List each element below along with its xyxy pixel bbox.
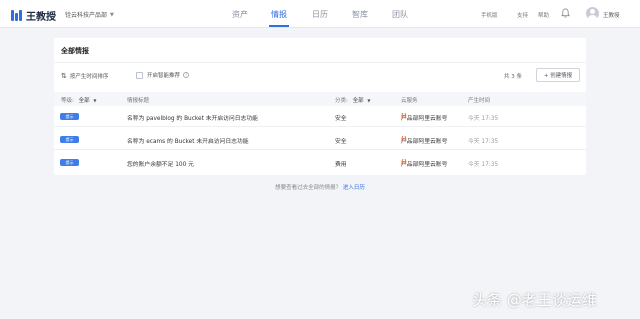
avatar[interactable] [586,7,599,20]
create-intel-button[interactable]: + 创建情报 [536,68,580,82]
table-row[interactable]: 提示 名称为 ecams 的 Bucket 未开启访问日志功能 安全 产品部阿里… [54,129,586,150]
history-prompt: 想要查看过去全部的情报？ 进入日历 [0,183,640,191]
aliyun-icon [401,136,408,144]
tab-team[interactable]: 团队 [392,9,408,20]
aliyun-icon [401,113,408,121]
tab-library[interactable]: 智库 [352,9,368,20]
time-cell: 今天 17:35 [468,116,499,122]
cloud-cell: 产品部阿里云账号 [401,136,447,146]
sort-icon: ⇅ [61,72,67,80]
cloud-cell: 产品部阿里云账号 [401,113,447,123]
category-cell: 费用 [335,162,347,168]
mobile-link[interactable]: 手机版 [481,11,498,19]
level-filter[interactable]: 等级: 全部 ▼ [61,96,96,104]
level-badge: 提示 [60,113,79,120]
intel-card: 全部情报 ⇅ 按产生时间排序 开启智能推荐 ? 共 3 条 + 创建情报 等级:… [54,38,586,175]
active-tab-indicator [269,25,289,27]
time-cell: 今天 17:35 [468,162,499,168]
watermark: 头条 @老王谈运维 [472,291,597,309]
org-name: 铨云科技产品部 [65,12,108,19]
smart-recommend-toggle[interactable]: 开启智能推荐 ? [136,71,190,79]
time-cell: 今天 17:35 [468,139,499,145]
sort-label: 按产生时间排序 [69,74,109,80]
org-selector[interactable]: 铨云科技产品部 ▼ [65,10,114,20]
category-cell: 安全 [335,116,347,122]
table-header: 等级: 全部 ▼ 情报标题 分类: 全部 ▼ 云服务 产生时间 [54,92,586,106]
category-cell: 安全 [335,139,347,145]
tab-assets[interactable]: 资产 [232,9,248,20]
category-filter[interactable]: 分类: 全部 ▼ [335,96,370,104]
brand-logo[interactable]: 王教授 [11,8,56,23]
top-bar: 王教授 铨云科技产品部 ▼ 资产 情报 日历 智库 团队 手机版 支持 帮助 王… [0,0,640,28]
cloud-cell: 产品部阿里云账号 [401,159,447,169]
intel-title[interactable]: 名称为 pavelblog 的 Bucket 未开启访问日志功能 [127,113,258,122]
level-badge: 提示 [60,136,79,143]
title-header: 情报标题 [127,98,150,104]
chevron-down-icon: ▼ [93,98,97,103]
table-row[interactable]: 提示 名称为 pavelblog 的 Bucket 未开启访问日志功能 安全 产… [54,106,586,127]
support-link[interactable]: 支持 [517,11,528,19]
smart-recommend-checkbox[interactable] [136,71,143,79]
brand-name: 王教授 [26,12,56,23]
smart-recommend-label: 开启智能推荐 [147,73,181,79]
sort-toggle[interactable]: ⇅ 按产生时间排序 [61,72,108,80]
result-count: 共 3 条 [504,74,522,80]
logo-icon [11,10,23,21]
tab-calendar[interactable]: 日历 [312,9,328,20]
level-header-label: 等级: [61,98,74,104]
level-filter-value: 全部 [78,98,90,104]
question-icon[interactable]: ? [183,72,190,78]
chevron-down-icon: ▼ [110,11,114,18]
chevron-down-icon: ▼ [367,98,371,103]
time-header: 产生时间 [468,98,491,104]
page-title: 全部情报 [61,47,89,55]
bell-icon[interactable] [561,8,570,18]
category-header-label: 分类: [335,98,348,104]
tab-intel[interactable]: 情报 [271,9,287,20]
help-link[interactable]: 帮助 [538,11,549,19]
intel-title[interactable]: 名称为 ecams 的 Bucket 未开启访问日志功能 [127,136,249,145]
cloud-header: 云服务 [401,98,418,104]
enter-calendar-link[interactable]: 进入日历 [343,185,365,191]
intel-title[interactable]: 您的账户余额不足 100 元 [127,159,194,168]
history-prompt-text: 想要查看过去全部的情报？ [275,185,342,191]
user-name[interactable]: 王教授 [603,11,620,19]
table-row[interactable]: 提示 您的账户余额不足 100 元 费用 产品部阿里云账号 今天 17:35 [54,152,586,173]
divider [54,62,586,63]
level-badge: 提示 [60,159,79,166]
category-filter-value: 全部 [352,98,364,104]
aliyun-icon [401,159,408,167]
